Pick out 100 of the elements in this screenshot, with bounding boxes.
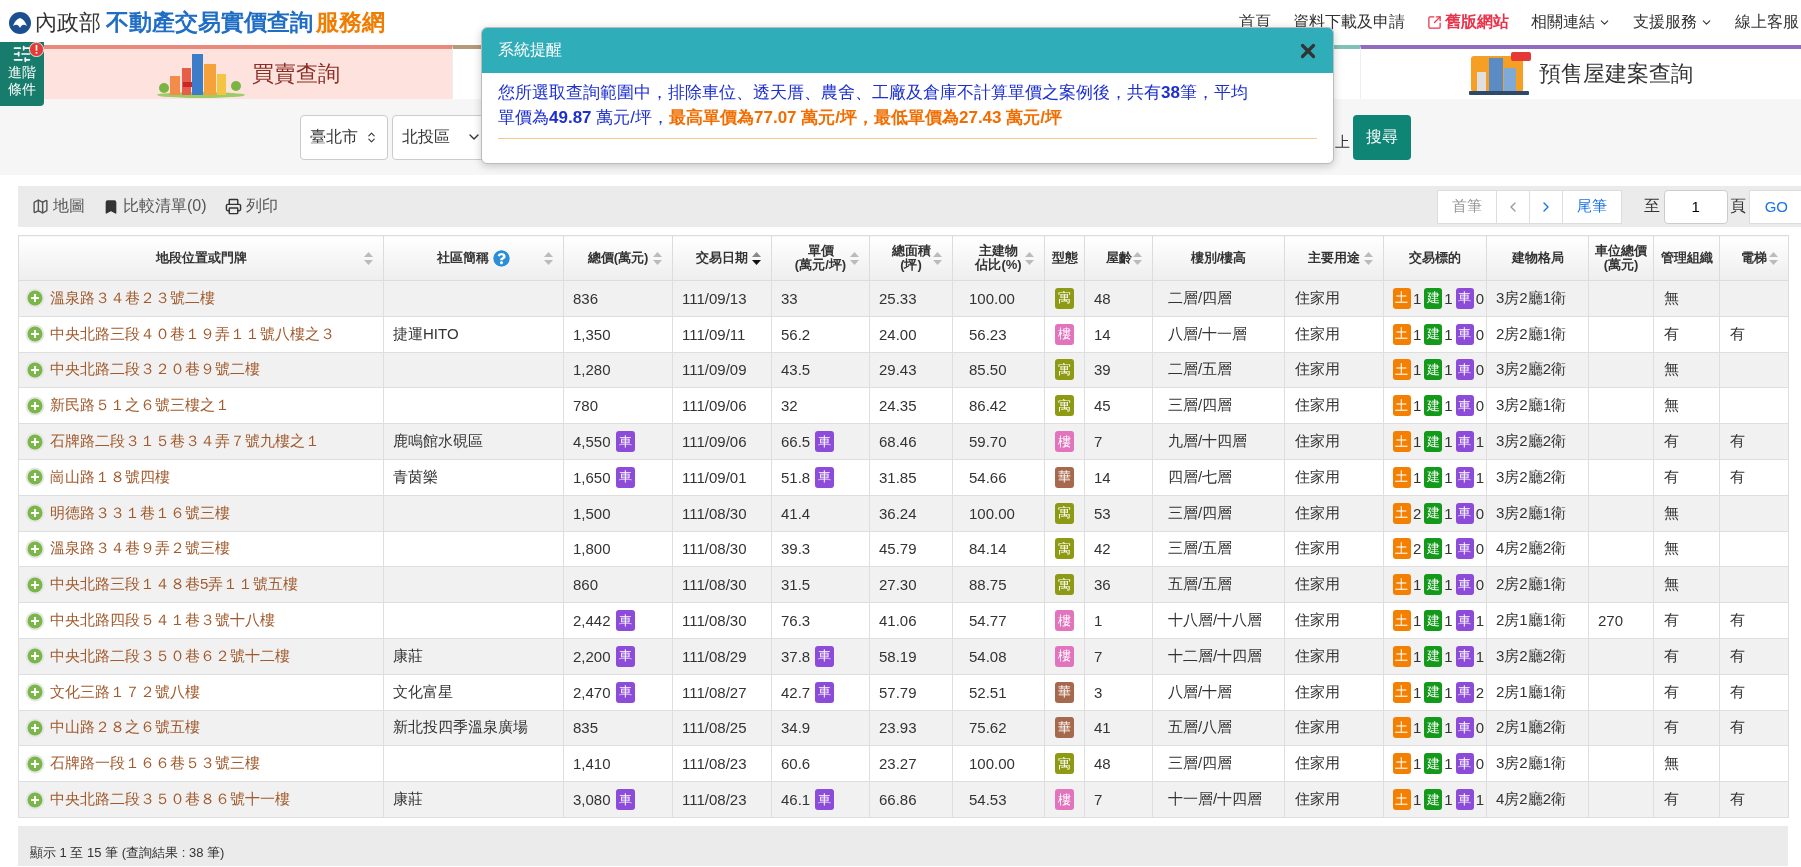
add-icon[interactable] — [25, 682, 45, 703]
table-cell: 五層/八層 — [1152, 710, 1285, 746]
target-tag: 建 — [1424, 502, 1443, 524]
add-icon[interactable] — [25, 324, 45, 345]
address-link[interactable]: 中央北路四段５４１巷３號十八樓 — [50, 611, 275, 631]
address-link[interactable]: 溫泉路３４巷２３號二樓 — [50, 288, 215, 308]
add-icon[interactable] — [25, 789, 45, 810]
target-tag: 車 — [1455, 610, 1474, 632]
add-icon[interactable] — [25, 646, 45, 667]
table-cell — [1719, 531, 1789, 567]
add-icon[interactable] — [25, 610, 45, 631]
column-header[interactable]: 單價 (萬元/坪) — [771, 235, 870, 281]
table-cell: 二層/五層 — [1152, 352, 1285, 388]
address-link[interactable]: 明德路３３１巷１６號三樓 — [50, 503, 230, 523]
unit-price-text: 46.1 — [781, 791, 811, 809]
column-header[interactable]: 社區簡稱 — [383, 235, 564, 281]
nav-link[interactable]: 線上客服 — [1735, 12, 1799, 33]
address-link[interactable]: 中央北路二段３２０巷９號二樓 — [50, 360, 260, 380]
table-cell: 住家用 — [1284, 495, 1384, 532]
address-link[interactable]: 中央北路三段４０巷１９弄１１號八樓之３ — [50, 324, 335, 344]
add-icon[interactable] — [25, 574, 45, 595]
add-icon[interactable] — [25, 360, 45, 380]
parking-tag: 車 — [615, 645, 635, 667]
type-tag: 寓 — [1055, 753, 1074, 775]
printer-icon — [224, 198, 242, 215]
search-tab[interactable]: 預售屋建案查詢 — [1360, 45, 1801, 99]
table-cell: 3 — [1084, 674, 1153, 711]
next-page-button[interactable] — [1528, 189, 1563, 224]
table-cell — [1588, 352, 1654, 388]
add-icon[interactable] — [25, 467, 45, 488]
type-tag: 寓 — [1055, 574, 1074, 596]
sort-icon[interactable] — [752, 252, 761, 265]
table-cell: 56.23 — [952, 316, 1045, 353]
table-cell: 捷運HITO — [383, 316, 564, 353]
table-cell: 111/09/06 — [672, 423, 772, 460]
address-link[interactable]: 新民路５１之６號三樓之１ — [50, 396, 230, 416]
table-cell: 36 — [1084, 566, 1153, 603]
type-tag: 寓 — [1055, 538, 1074, 560]
table-cell: 3房2廳1衛 — [1486, 495, 1589, 532]
column-header[interactable]: 主建物 佔比(%) — [952, 235, 1045, 281]
table-cell — [1588, 710, 1654, 746]
add-icon[interactable] — [25, 717, 45, 738]
table-cell: 54.53 — [952, 781, 1045, 818]
add-icon[interactable] — [25, 503, 45, 524]
address-link[interactable]: 文化三路１７２號八樓 — [50, 682, 200, 702]
target-count: 1 — [1444, 433, 1453, 451]
add-icon[interactable] — [25, 395, 45, 416]
address-link[interactable]: 中央北路三段１４８巷5弄１１號五樓 — [50, 575, 299, 595]
city-select[interactable]: 臺北市 — [300, 114, 388, 160]
target-tag: 建 — [1424, 359, 1443, 381]
nav-link[interactable]: 舊版網站 — [1427, 12, 1509, 33]
table-cell: 有 — [1719, 602, 1789, 639]
go-button[interactable]: GO — [1748, 189, 1801, 224]
table-cell: 111/08/27 — [672, 674, 772, 711]
target-count: 2 — [1413, 540, 1422, 558]
target-count: 1 — [1444, 612, 1453, 630]
table-cell: 111/08/23 — [672, 745, 772, 782]
target-count: 1 — [1475, 647, 1484, 665]
nav-link[interactable]: 相關連結 — [1531, 12, 1611, 33]
target-tag: 土 — [1393, 574, 1411, 596]
toolbar-link[interactable]: 列印 — [224, 196, 278, 217]
target-count: 1 — [1413, 361, 1422, 379]
search-button[interactable]: 搜尋 — [1353, 114, 1411, 160]
address-link[interactable]: 石牌路一段１６６巷５３號三樓 — [50, 754, 260, 774]
advanced-filter-button[interactable]: 進階條件 — [0, 42, 44, 106]
add-icon[interactable] — [25, 538, 45, 559]
add-icon[interactable] — [25, 753, 45, 774]
column-header[interactable]: 電梯 — [1719, 235, 1789, 281]
unit-price-text: 42.7 — [781, 683, 811, 701]
column-header[interactable]: 總面積 (坪) — [869, 235, 953, 281]
address-link[interactable]: 崗山路１８號四樓 — [50, 467, 170, 487]
table-cell: 無 — [1653, 495, 1720, 532]
column-header[interactable]: 主要用途 — [1284, 235, 1384, 281]
address-link[interactable]: 溫泉路３４巷９弄２號三樓 — [50, 539, 230, 559]
column-label: 主要用途 — [1308, 251, 1360, 265]
last-page-button[interactable]: 尾筆 — [1561, 189, 1622, 224]
target-tag: 土 — [1393, 323, 1411, 345]
type-tag: 樓 — [1055, 323, 1074, 345]
column-header[interactable]: 總價(萬元) — [563, 235, 673, 281]
search-label: 上 — [1335, 132, 1350, 152]
column-header[interactable]: 交易日期 — [672, 235, 772, 281]
table-cell: 59.70 — [952, 423, 1045, 460]
add-icon[interactable] — [25, 288, 45, 309]
nav-link[interactable]: 支援服務 — [1633, 12, 1713, 33]
address-link[interactable]: 中央北路二段３５０巷６２號十二樓 — [50, 646, 290, 666]
table-cell: 住家用 — [1284, 781, 1384, 818]
address-link[interactable]: 中山路２８之６號五樓 — [50, 718, 200, 738]
address-link[interactable]: 中央北路二段３５０巷８６號十一樓 — [50, 790, 290, 810]
page-input[interactable]: 1 — [1663, 189, 1728, 224]
table-cell: 111/08/29 — [672, 638, 772, 675]
column-header[interactable]: 屋齡 — [1084, 235, 1153, 281]
price-text: 1,650 — [573, 468, 611, 486]
toolbar-link[interactable]: 比較清單(0) — [103, 196, 207, 217]
help-icon[interactable] — [493, 249, 510, 267]
search-tab[interactable]: 買賣查詢 — [42, 45, 452, 99]
goto-label: 至 — [1643, 196, 1660, 216]
address-link[interactable]: 石牌路二段３１５巷３４弄７號九樓之１ — [50, 432, 320, 452]
column-header[interactable]: 地段位置或門牌 — [18, 235, 384, 281]
toolbar-link[interactable]: 地圖 — [32, 196, 85, 217]
add-icon[interactable] — [25, 431, 45, 452]
